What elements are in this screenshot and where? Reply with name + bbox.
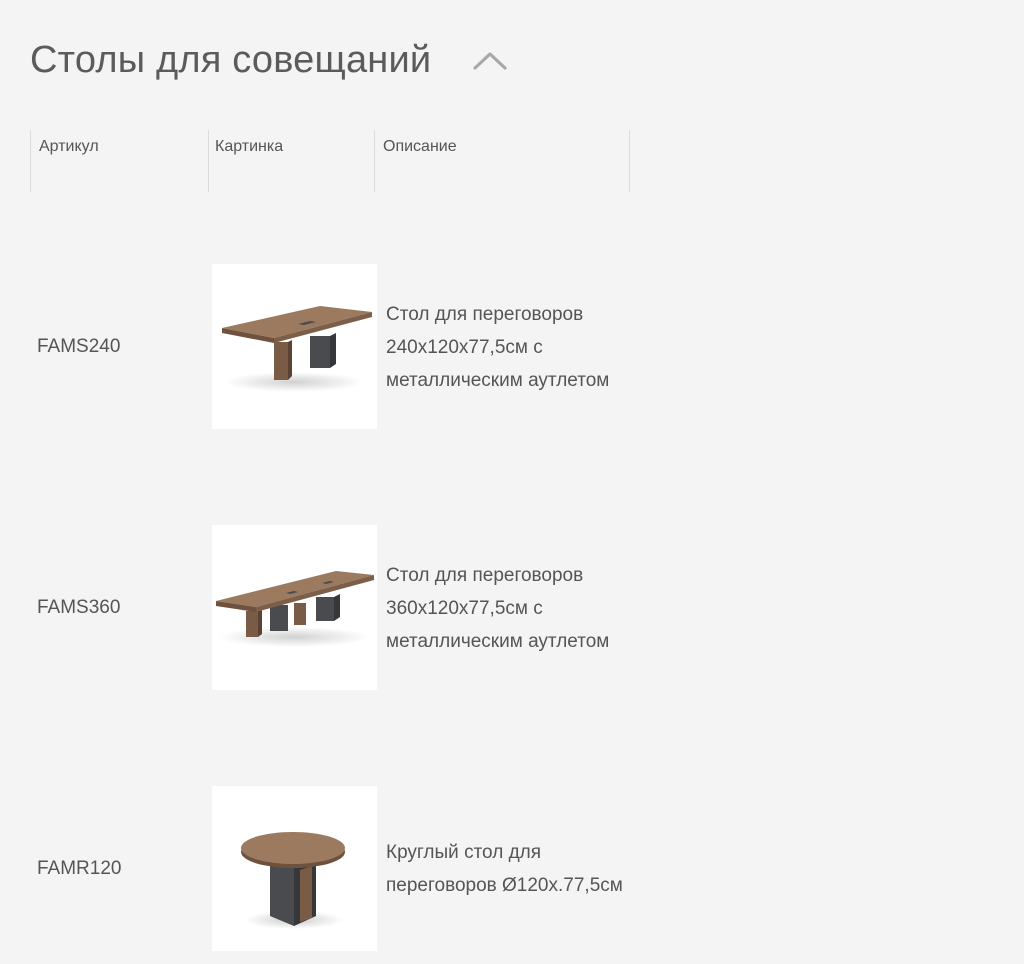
article-code: FAMR120 — [37, 858, 122, 879]
section-title: Столы для совещаний — [30, 38, 432, 81]
column-header-article: Артикул — [30, 130, 208, 192]
product-description: Круглый стол для переговоров Ø120x.77,5с… — [386, 842, 623, 896]
article-code: FAMS240 — [37, 336, 121, 357]
table-row: FAMR120 Круглый стол для переговоров Ø12… — [0, 786, 640, 952]
product-image[interactable] — [212, 786, 377, 951]
section-header[interactable]: Столы для совещаний — [30, 36, 509, 84]
chevron-up-icon[interactable] — [471, 41, 509, 79]
article-code: FAMS360 — [37, 597, 121, 618]
rectangular-conference-table-icon — [222, 306, 372, 392]
column-header-description: Описание — [374, 130, 630, 192]
long-conference-table-icon — [216, 571, 374, 647]
product-description: Стол для переговоров 240x120x77,5см с ме… — [386, 303, 610, 391]
round-table-icon — [241, 832, 345, 929]
product-image[interactable] — [212, 525, 377, 690]
product-image[interactable] — [212, 264, 377, 429]
table-header: Артикул Картинка Описание — [30, 130, 630, 192]
table-row: FAMS360 Стол для переговоров 360x120x77,… — [0, 525, 640, 691]
product-description: Стол для переговоров 360x120x77,5см с ме… — [386, 564, 610, 652]
table-row: FAMS240 Стол для переговоров 240x120x77,… — [0, 264, 640, 430]
column-header-picture: Картинка — [208, 130, 374, 192]
